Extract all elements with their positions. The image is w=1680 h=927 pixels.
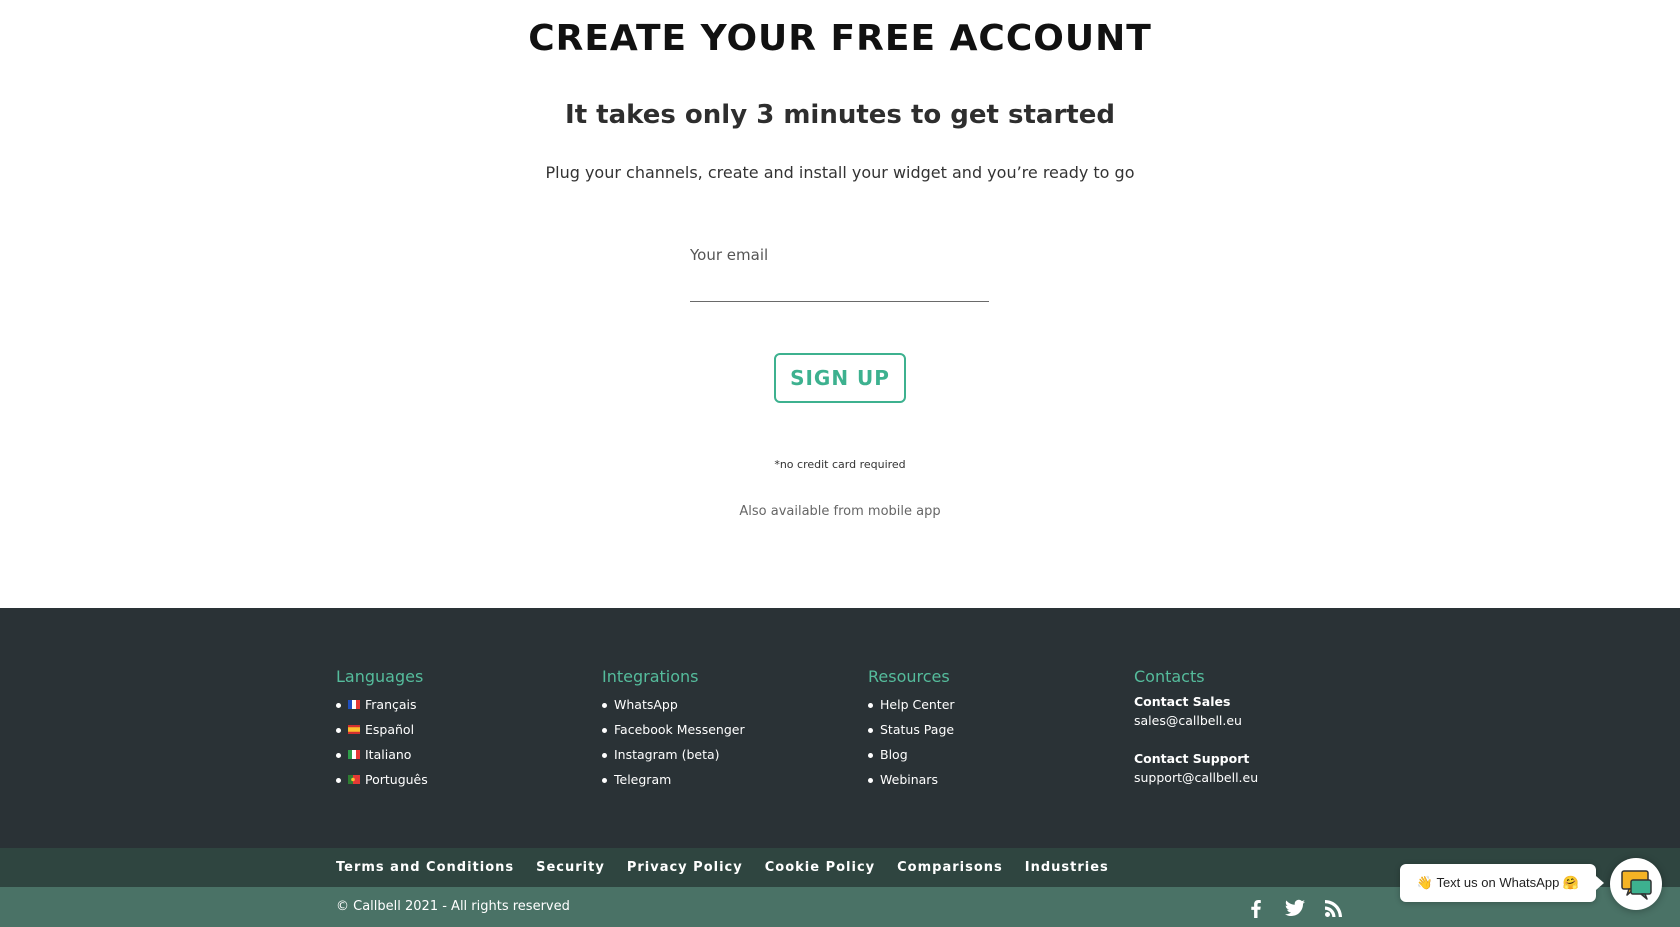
it-flag-icon xyxy=(348,750,360,759)
resources-heading: Resources xyxy=(868,667,950,686)
facebook-icon[interactable] xyxy=(1244,896,1268,920)
integration-label: Telegram xyxy=(614,771,672,787)
integration-label: Instagram (beta) xyxy=(614,746,720,762)
resource-label: Status Page xyxy=(880,721,955,737)
language-item-portuguese[interactable]: Português xyxy=(336,767,586,792)
support-email-link[interactable]: support@callbell.eu xyxy=(1134,768,1384,787)
resource-label: Blog xyxy=(880,746,908,762)
resource-item[interactable]: Webinars xyxy=(868,767,1118,792)
language-label: Español xyxy=(365,721,415,737)
contact-support-label: Contact Support xyxy=(1134,751,1250,766)
resource-item[interactable]: Help Center xyxy=(868,692,1118,717)
whatsapp-chat-bubble[interactable]: 👋 Text us on WhatsApp 🤗 xyxy=(1400,864,1604,902)
signup-section: Create your free account It takes only 3… xyxy=(0,0,1680,608)
no-credit-card-note: *no credit card required xyxy=(774,458,906,471)
integrations-heading: Integrations xyxy=(602,667,699,686)
pt-flag-icon xyxy=(348,775,360,784)
chat-bubbles-icon xyxy=(1621,870,1652,900)
integration-label: WhatsApp xyxy=(614,696,678,712)
sales-email-link[interactable]: sales@callbell.eu xyxy=(1134,711,1384,730)
comparisons-link[interactable]: Comparisons xyxy=(897,860,1003,875)
es-flag-icon xyxy=(348,725,360,734)
integration-item[interactable]: Telegram xyxy=(602,767,852,792)
language-label: Italiano xyxy=(365,746,412,762)
fr-flag-icon xyxy=(348,700,360,709)
email-field[interactable] xyxy=(690,270,989,302)
page-subtitle: It takes only 3 minutes to get started xyxy=(565,100,1115,130)
sign-up-button[interactable]: Sign up xyxy=(774,353,906,403)
footer-integrations: Integrations WhatsApp Facebook Messenger… xyxy=(602,667,852,792)
page-description: Plug your channels, create and install y… xyxy=(545,163,1135,182)
email-label: Your email xyxy=(690,246,769,264)
resource-item[interactable]: Status Page xyxy=(868,717,1118,742)
chat-launcher-button[interactable] xyxy=(1610,858,1662,910)
language-item-spanish[interactable]: Español xyxy=(336,717,586,742)
security-link[interactable]: Security xyxy=(536,860,605,875)
privacy-policy-link[interactable]: Privacy Policy xyxy=(627,860,743,875)
copyright: © Callbell 2021 - All rights reserved xyxy=(336,899,570,914)
cookie-policy-link[interactable]: Cookie Policy xyxy=(765,860,875,875)
footer-languages: Languages Français Español Italiano Port… xyxy=(336,667,586,792)
language-item-french[interactable]: Français xyxy=(336,692,586,717)
integration-item[interactable]: WhatsApp xyxy=(602,692,852,717)
page-title: Create your free account xyxy=(528,18,1152,59)
language-label: Français xyxy=(365,696,417,712)
contact-sales-label: Contact Sales xyxy=(1134,694,1231,709)
resource-label: Help Center xyxy=(880,696,955,712)
integration-item[interactable]: Facebook Messenger xyxy=(602,717,852,742)
rss-icon[interactable] xyxy=(1322,896,1346,920)
resource-label: Webinars xyxy=(880,771,938,787)
footer-resources: Resources Help Center Status Page Blog W… xyxy=(868,667,1118,792)
industries-link[interactable]: Industries xyxy=(1025,860,1109,875)
contacts-heading: Contacts xyxy=(1134,667,1205,686)
integration-item[interactable]: Instagram (beta) xyxy=(602,742,852,767)
mobile-app-note: Also available from mobile app xyxy=(739,504,941,519)
languages-heading: Languages xyxy=(336,667,424,686)
language-label: Português xyxy=(365,771,428,787)
language-item-italian[interactable]: Italiano xyxy=(336,742,586,767)
twitter-icon[interactable] xyxy=(1283,896,1307,920)
terms-link[interactable]: Terms and Conditions xyxy=(336,860,514,875)
footer-contacts: Contacts Contact Sales sales@callbell.eu… xyxy=(1134,667,1384,787)
whatsapp-chat-label: 👋 Text us on WhatsApp 🤗 xyxy=(1416,875,1580,890)
legal-links: Terms and Conditions Security Privacy Po… xyxy=(336,848,1131,887)
integration-label: Facebook Messenger xyxy=(614,721,745,737)
resource-item[interactable]: Blog xyxy=(868,742,1118,767)
